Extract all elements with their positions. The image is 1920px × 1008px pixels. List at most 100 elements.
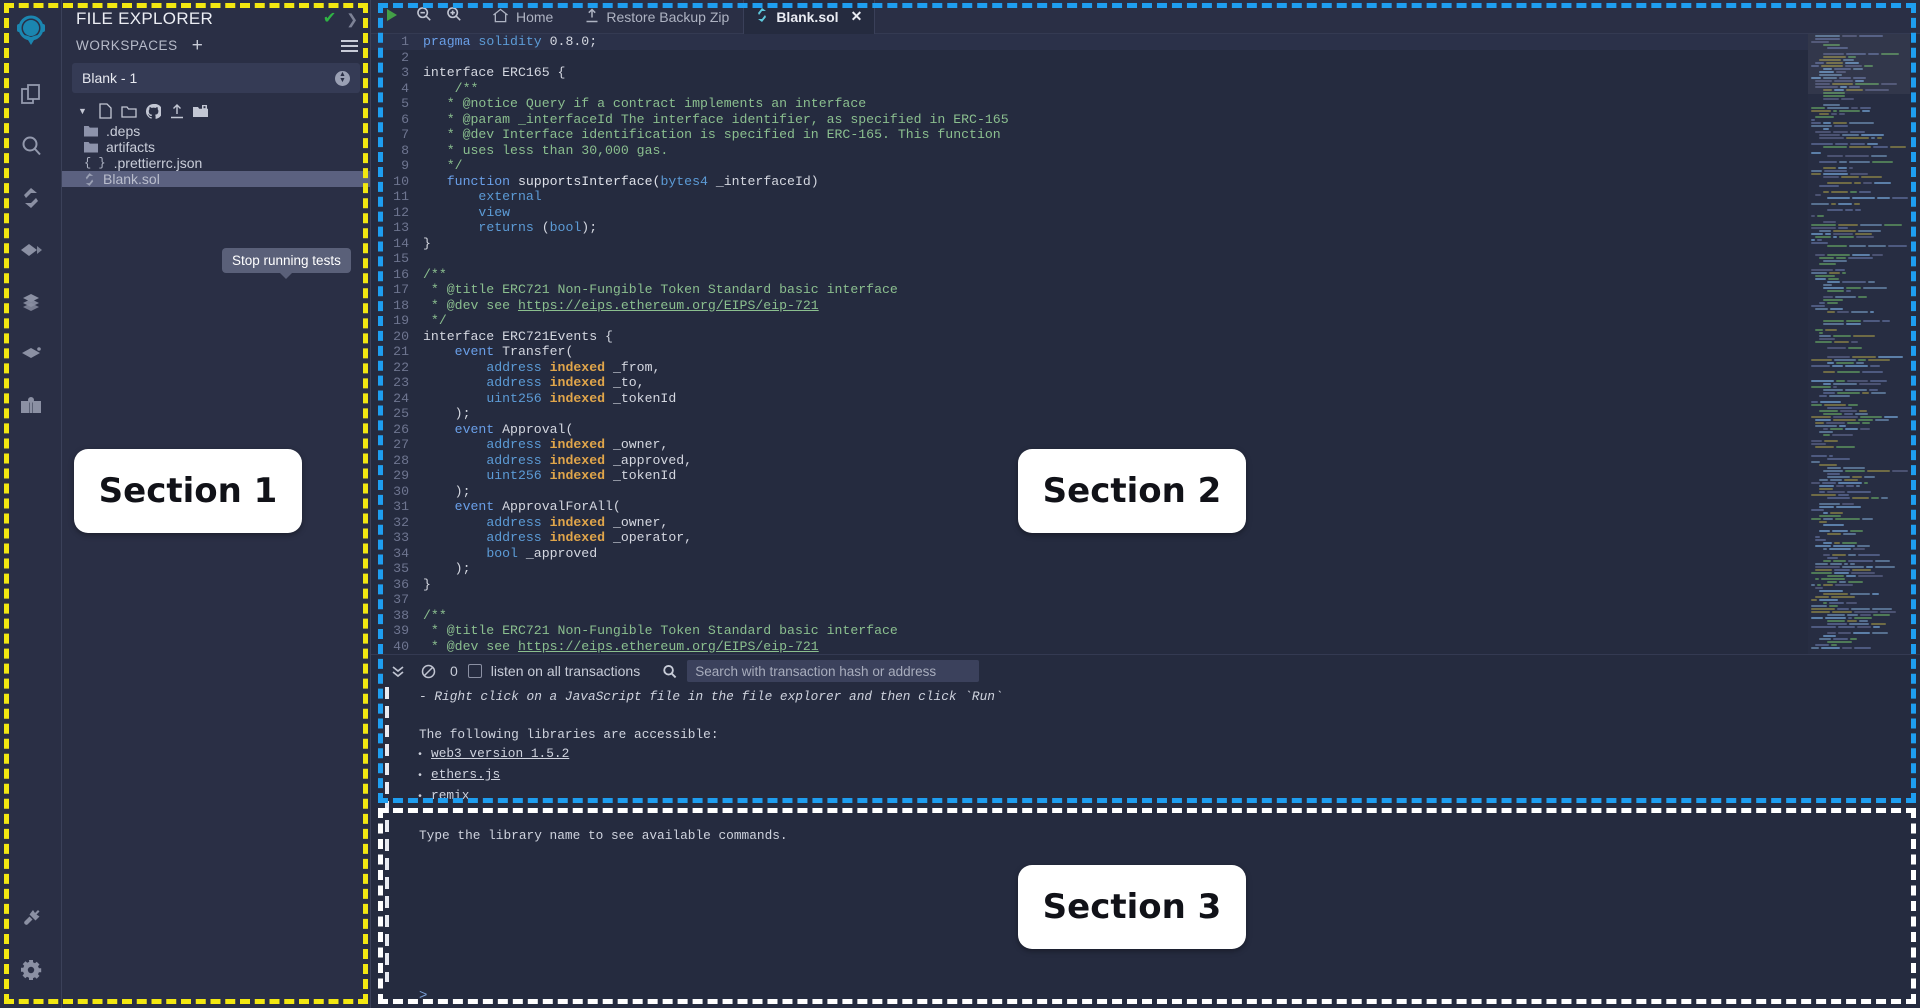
collapse-tree-icon[interactable]: ▼ bbox=[78, 106, 87, 116]
settings-gear-icon[interactable] bbox=[8, 948, 54, 992]
zoom-out-button[interactable] bbox=[409, 6, 439, 27]
code-line[interactable]: 20interface ERC721Events { bbox=[371, 329, 1808, 345]
tab-blank-sol[interactable]: Blank.sol ✕ bbox=[743, 0, 875, 34]
code-line[interactable]: 15 bbox=[371, 251, 1808, 267]
file-tree-item[interactable]: artifacts bbox=[62, 139, 370, 155]
code-line[interactable]: 1pragma solidity 0.8.0; bbox=[371, 34, 1808, 50]
code-line[interactable]: 12 view bbox=[371, 205, 1808, 221]
code-line[interactable]: 13 returns (bool); bbox=[371, 220, 1808, 236]
code-line[interactable]: 26 event Approval( bbox=[371, 422, 1808, 438]
code-line[interactable]: 5 * @notice Query if a contract implemen… bbox=[371, 96, 1808, 112]
bullet-icon: • bbox=[417, 788, 423, 807]
terminal-library-item[interactable]: •web3 version 1.5.2 bbox=[405, 744, 1920, 765]
file-tree-item[interactable]: Blank.sol bbox=[62, 171, 370, 187]
chevron-right-icon[interactable]: ❯ bbox=[346, 11, 358, 28]
transaction-search-input[interactable] bbox=[687, 660, 979, 682]
listen-on-network-label: listen on all transactions bbox=[491, 663, 640, 679]
code-editor[interactable]: 1pragma solidity 0.8.0;2 3interface ERC1… bbox=[371, 34, 1920, 654]
check-icon[interactable]: ✔ bbox=[323, 11, 336, 27]
line-content: pragma solidity 0.8.0; bbox=[423, 34, 1808, 50]
line-content bbox=[423, 50, 1808, 66]
terminal-panel: 0 listen on all transactions - Right cli… bbox=[371, 654, 1920, 1008]
line-number: 14 bbox=[371, 236, 423, 252]
code-line[interactable]: 7 * @dev Interface identification is spe… bbox=[371, 127, 1808, 143]
code-line[interactable]: 10 function supportsInterface(bytes4 _in… bbox=[371, 174, 1808, 190]
code-line[interactable]: 6 * @param _interfaceId The interface id… bbox=[371, 112, 1808, 128]
solidity-unit-testing-icon[interactable] bbox=[8, 280, 54, 324]
code-line[interactable]: 35 ); bbox=[371, 561, 1808, 577]
create-new-folder-icon[interactable] bbox=[121, 104, 137, 118]
plugin-manager-icon[interactable] bbox=[8, 896, 54, 940]
terminal-hint-line: - Right click on a JavaScript file in th… bbox=[385, 687, 1920, 706]
tab-home[interactable]: Home bbox=[478, 0, 567, 34]
tab-restore-backup-zip[interactable]: Restore Backup Zip bbox=[567, 0, 743, 34]
editor-minimap[interactable] bbox=[1808, 34, 1910, 654]
workspace-select[interactable]: Blank - 1 ▲▼ bbox=[72, 63, 360, 93]
code-line[interactable]: 14} bbox=[371, 236, 1808, 252]
terminal-library-label: web3 version 1.5.2 bbox=[431, 744, 569, 763]
file-tree-item[interactable]: { }.prettierrc.json bbox=[62, 155, 370, 171]
line-content: function supportsInterface(bytes4 _inter… bbox=[423, 174, 1808, 190]
line-number: 16 bbox=[371, 267, 423, 283]
code-line[interactable]: 24 uint256 indexed _tokenId bbox=[371, 391, 1808, 407]
file-explorer-header-actions: ✔ ❯ bbox=[323, 11, 358, 28]
code-line[interactable]: 36} bbox=[371, 577, 1808, 593]
line-number: 20 bbox=[371, 329, 423, 345]
code-line[interactable]: 40 * @dev see https://eips.ethereum.org/… bbox=[371, 639, 1808, 655]
terminal-library-item[interactable]: •ethers.js bbox=[405, 765, 1920, 786]
code-line[interactable]: 23 address indexed _to, bbox=[371, 375, 1808, 391]
add-workspace-button[interactable]: + bbox=[192, 36, 203, 55]
code-line[interactable]: 4 /** bbox=[371, 81, 1808, 97]
file-explorer-icon[interactable] bbox=[8, 72, 54, 116]
run-script-button[interactable] bbox=[371, 8, 409, 26]
search-icon[interactable] bbox=[662, 664, 687, 679]
upload-folder-icon[interactable] bbox=[193, 105, 208, 118]
clear-console-icon[interactable] bbox=[413, 664, 444, 679]
code-line[interactable]: 11 external bbox=[371, 189, 1808, 205]
terminal-gutter-tick bbox=[385, 744, 389, 756]
documentation-icon[interactable] bbox=[8, 384, 54, 428]
code-line[interactable]: 3interface ERC165 { bbox=[371, 65, 1808, 81]
workspaces-menu-icon[interactable] bbox=[341, 40, 358, 52]
upload-file-icon[interactable] bbox=[170, 104, 184, 119]
deploy-run-icon[interactable] bbox=[8, 228, 54, 272]
file-tree-item[interactable]: .deps bbox=[62, 123, 370, 139]
terminal-gutter bbox=[385, 687, 390, 982]
create-new-file-icon[interactable] bbox=[98, 103, 112, 119]
line-content: */ bbox=[423, 313, 1808, 329]
code-line[interactable]: 39 * @title ERC721 Non-Fungible Token St… bbox=[371, 623, 1808, 639]
code-line[interactable]: 9 */ bbox=[371, 158, 1808, 174]
listen-on-network-checkbox[interactable] bbox=[468, 664, 482, 678]
code-line[interactable]: 2 bbox=[371, 50, 1808, 66]
chevron-updown-icon: ▲▼ bbox=[335, 71, 350, 86]
search-icon[interactable] bbox=[8, 124, 54, 168]
file-tree-item-label: .deps bbox=[106, 123, 140, 139]
code-line[interactable]: 25 ); bbox=[371, 406, 1808, 422]
terminal-prompt[interactable]: > bbox=[419, 988, 427, 1004]
code-line[interactable]: 38/** bbox=[371, 608, 1808, 624]
close-icon[interactable]: ✕ bbox=[851, 8, 863, 25]
terminal-gutter-tick bbox=[385, 706, 389, 718]
github-clone-icon[interactable] bbox=[146, 104, 161, 119]
line-content: uint256 indexed _tokenId bbox=[423, 391, 1808, 407]
line-content: external bbox=[423, 189, 1808, 205]
code-line[interactable]: 34 bool _approved bbox=[371, 546, 1808, 562]
zoom-in-button[interactable] bbox=[439, 6, 478, 27]
code-line[interactable]: 37 bbox=[371, 592, 1808, 608]
code-line[interactable]: 17 * @title ERC721 Non-Fungible Token St… bbox=[371, 282, 1808, 298]
remix-logo-icon[interactable] bbox=[6, 6, 56, 56]
code-line[interactable]: 16/** bbox=[371, 267, 1808, 283]
line-number: 23 bbox=[371, 375, 423, 391]
code-line[interactable]: 18 * @dev see https://eips.ethereum.org/… bbox=[371, 298, 1808, 314]
code-line[interactable]: 21 event Transfer( bbox=[371, 344, 1808, 360]
code-line[interactable]: 19 */ bbox=[371, 313, 1808, 329]
static-analysis-icon[interactable] bbox=[8, 332, 54, 376]
code-lines-area[interactable]: 1pragma solidity 0.8.0;2 3interface ERC1… bbox=[371, 34, 1808, 654]
solidity-compiler-icon[interactable] bbox=[8, 176, 54, 220]
line-content: * @title ERC721 Non-Fungible Token Stand… bbox=[423, 623, 1808, 639]
minimap-viewport-slider[interactable] bbox=[1808, 34, 1910, 94]
line-number: 31 bbox=[371, 499, 423, 515]
code-line[interactable]: 22 address indexed _from, bbox=[371, 360, 1808, 376]
code-line[interactable]: 8 * uses less than 30,000 gas. bbox=[371, 143, 1808, 159]
chevrons-down-icon[interactable] bbox=[383, 664, 413, 678]
